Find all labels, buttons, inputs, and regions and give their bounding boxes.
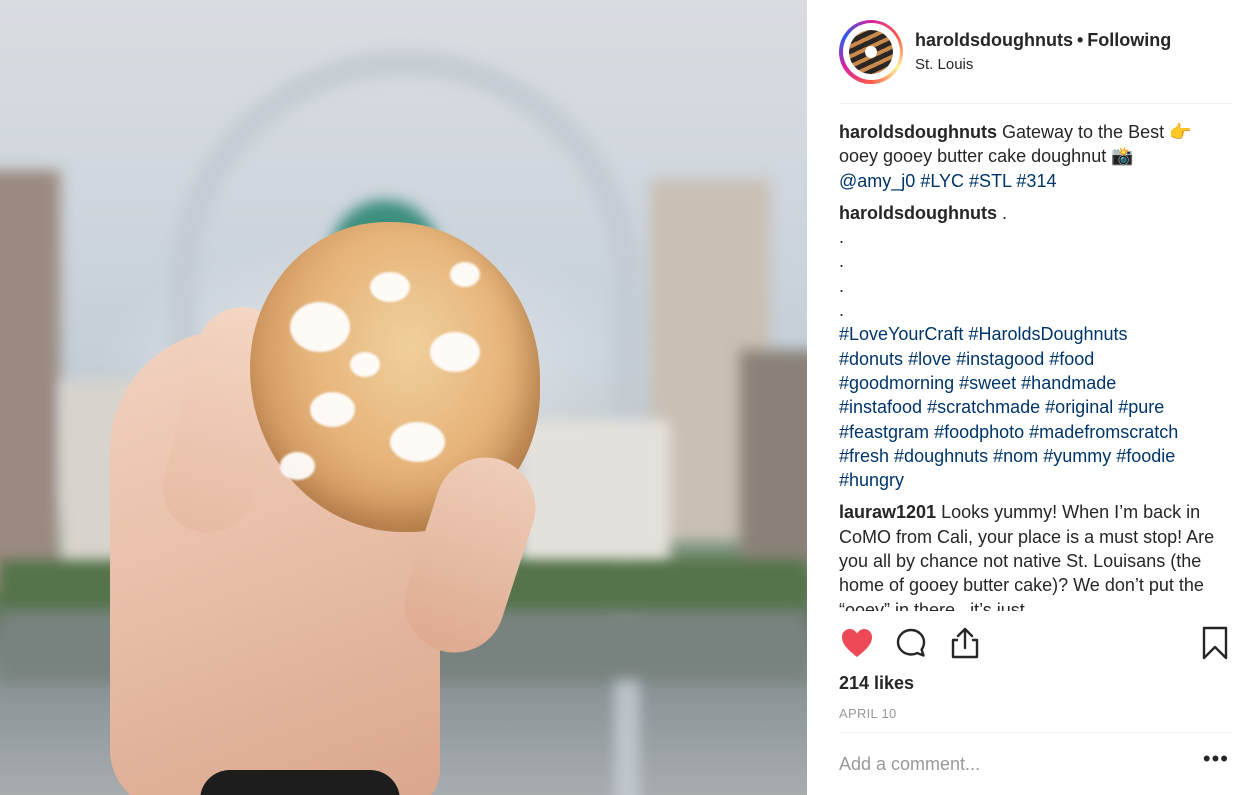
hashtag-link[interactable]: #feastgram (839, 422, 929, 442)
dot-lines: . . . . (839, 225, 1224, 322)
avatar[interactable] (842, 23, 900, 80)
hashtag-line: #LoveYourCraft #HaroldsDoughnuts (839, 322, 1224, 346)
powdered-sugar (390, 422, 445, 462)
hashtag-link[interactable]: #pure (1118, 397, 1164, 417)
instagram-post: haroldsdoughnuts • Following St. Louis har… (0, 0, 1250, 795)
comment-username-link[interactable]: lauraw1201 (839, 502, 936, 522)
comment-icon (896, 628, 926, 657)
hashtag-line: #goodmorning #sweet #handmade (839, 371, 1224, 395)
camera-flash-icon: 📸 (1111, 146, 1134, 167)
hashtag-link[interactable]: #nom (993, 446, 1038, 466)
header-text: haroldsdoughnuts • Following St. Louis (915, 29, 1171, 74)
powdered-sugar (280, 452, 315, 480)
comment-username-link[interactable]: haroldsdoughnuts (839, 122, 997, 142)
hashtag-link[interactable]: #STL (969, 171, 1011, 191)
pointing-hand-icon: 👉 (1169, 122, 1192, 142)
post-header: haroldsdoughnuts • Following St. Louis (839, 0, 1233, 104)
hashtag-link[interactable]: #LoveYourCraft (839, 324, 963, 344)
hashtag-line: #instafood #scratchmade #original #pure (839, 395, 1224, 419)
hashtag-link[interactable]: #sweet (959, 373, 1016, 393)
hashtag-line: #fresh #doughnuts #nom #yummy #foodie (839, 444, 1224, 468)
comment-button[interactable] (893, 625, 929, 661)
powdered-sugar (350, 352, 380, 377)
post-photo[interactable] (0, 0, 807, 795)
like-button[interactable] (839, 625, 875, 661)
share-button[interactable] (947, 625, 983, 661)
building (0, 170, 60, 590)
doughnut-logo-icon (849, 29, 893, 74)
powdered-sugar (370, 272, 410, 302)
hashtag-link[interactable]: #love (908, 349, 951, 369)
building (740, 350, 807, 570)
add-comment-bar: ••• (839, 732, 1233, 795)
heart-filled-icon (842, 629, 872, 657)
hashtag-link[interactable]: #instafood (839, 397, 922, 417)
hashtag-link[interactable]: #madefromscratch (1029, 422, 1178, 442)
user-comment: lauraw1201 Looks yummy! When I’m back in… (839, 500, 1224, 611)
hashtag-link[interactable]: #HaroldsDoughnuts (968, 324, 1127, 344)
hashtag-link[interactable]: #goodmorning (839, 373, 954, 393)
dot-line: . (839, 227, 845, 248)
powdered-sugar (290, 302, 350, 352)
powdered-sugar (430, 332, 480, 372)
dot-line: . (839, 251, 845, 272)
hashtag-link[interactable]: #314 (1016, 171, 1056, 191)
hashtag-link[interactable]: #yummy (1043, 446, 1111, 466)
hashtag-line: #hungry (839, 468, 1224, 492)
hashtag-lines: #LoveYourCraft #HaroldsDoughnuts #donuts … (839, 322, 1224, 492)
likes-count[interactable]: 214 likes (839, 671, 914, 695)
hashtag-link[interactable]: #doughnuts (894, 446, 988, 466)
hashtag-comment: haroldsdoughnuts . . . . . #LoveYourCraf… (839, 201, 1224, 493)
share-icon (951, 627, 979, 659)
following-button[interactable]: Following (1087, 30, 1171, 50)
avatar-story-ring[interactable] (839, 19, 903, 84)
hashtag-link[interactable]: #handmade (1021, 373, 1116, 393)
hashtag-link[interactable]: #scratchmade (927, 397, 1040, 417)
hashtag-link[interactable]: #foodie (1116, 446, 1175, 466)
caption-text: ooey gooey butter cake doughnut (839, 146, 1107, 167)
hashtag-link[interactable]: #fresh (839, 446, 889, 466)
caption-comment: haroldsdoughnuts Gateway to the Best 👉 o… (839, 120, 1224, 193)
hashtag-line: #donuts #love #instagood #food (839, 347, 1224, 371)
hashtag-link[interactable]: #foodphoto (934, 422, 1024, 442)
action-bar (839, 618, 1233, 668)
hashtag-link[interactable]: #food (1049, 349, 1094, 369)
hashtag-line: #feastgram #foodphoto #madefromscratch (839, 420, 1224, 444)
location-link[interactable]: St. Louis (915, 56, 1171, 74)
post-date[interactable]: APRIL 10 (839, 705, 897, 723)
building (520, 420, 670, 570)
powdered-sugar (310, 392, 355, 427)
powdered-sugar (450, 262, 480, 287)
post-side-panel: haroldsdoughnuts • Following St. Louis har… (807, 0, 1250, 795)
hashtag-link[interactable]: #instagood (956, 349, 1044, 369)
dot-line: . (839, 300, 845, 321)
comment-username-link[interactable]: haroldsdoughnuts (839, 203, 997, 223)
separator-dot: • (1076, 30, 1084, 50)
save-button[interactable] (1197, 625, 1233, 661)
add-comment-input[interactable] (839, 753, 1203, 775)
more-options-icon[interactable]: ••• (1203, 748, 1229, 774)
mention-link[interactable]: @amy_j0 (839, 171, 915, 191)
comments-list[interactable]: haroldsdoughnuts Gateway to the Best 👉 o… (839, 120, 1224, 611)
hashtag-link[interactable]: #original (1045, 397, 1113, 417)
dot-line: . (839, 275, 845, 296)
comment-text: . (1002, 202, 1008, 223)
caption-text: Gateway to the Best (1002, 122, 1165, 142)
sleeve (200, 770, 400, 795)
bookmark-icon (1202, 626, 1228, 660)
hashtag-link[interactable]: #LYC (920, 171, 964, 191)
hashtag-link[interactable]: #hungry (839, 470, 904, 490)
hashtag-link[interactable]: #donuts (839, 349, 903, 369)
header-username-link[interactable]: haroldsdoughnuts (915, 30, 1073, 50)
